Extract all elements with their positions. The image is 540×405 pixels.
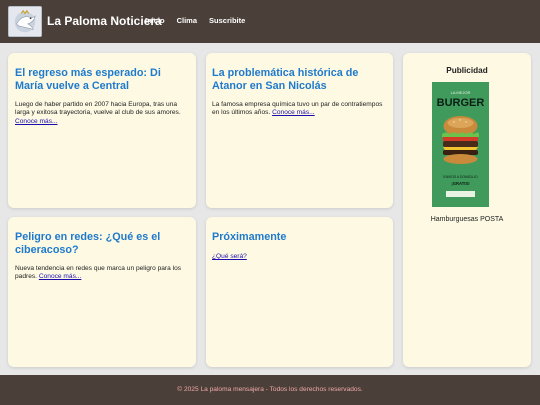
ad-caption: Hamburguesas POSTA (430, 216, 504, 223)
article-card: El regreso más esperado: Di María vuelve… (8, 53, 196, 208)
article-body-text: Luego de haber partido en 2007 hacia Eur… (15, 101, 181, 117)
site-header: La Paloma Noticiera Inicio Clima Suscrib… (0, 0, 540, 43)
article-card: Peligro en redes: ¿Qué es el ciberacoso?… (8, 217, 196, 367)
article-title: Peligro en redes: ¿Qué es el ciberacoso? (15, 231, 161, 256)
article-title: El regreso más esperado: Di María vuelve… (15, 67, 161, 92)
nav-link-inicio[interactable]: Inicio (145, 16, 165, 25)
copyright-text: © 2025 La paloma mensajera - Todos los d… (177, 386, 363, 393)
ad-image-top-text: LA MEJOR (451, 90, 471, 95)
coming-soon-link[interactable]: ¿Qué será? (212, 253, 387, 260)
article-body: Luego de haber partido en 2007 hacia Eur… (15, 101, 189, 126)
ad-image-delivery-text: ENVÍOS A DOMICILIO (443, 175, 478, 179)
coming-soon-card: Próximamente ¿Qué será? (206, 217, 393, 367)
read-more-link[interactable]: Conoce más... (15, 118, 58, 125)
ad-image-main-text: BURGER (437, 97, 485, 109)
article-title: Próximamente (212, 231, 287, 243)
article-title: La problemática histórica de Atanor en S… (212, 67, 359, 92)
read-more-link[interactable]: Conoce más... (39, 273, 82, 280)
ad-panel: Publicidad LA MEJOR BURGER ENVÍOS A DOMI… (403, 53, 531, 367)
burger-ad-graphic: LA MEJOR BURGER ENVÍOS A DOMICILIO ¡GRAT… (432, 82, 489, 207)
dove-logo-icon (9, 7, 41, 36)
ad-image-free-text: ¡GRATIS! (451, 181, 469, 186)
burger-ad-image[interactable]: LA MEJOR BURGER ENVÍOS A DOMICILIO ¡GRAT… (432, 82, 489, 207)
read-more-link[interactable]: Conoce más... (272, 109, 315, 116)
site-logo[interactable] (8, 6, 42, 37)
nav-link-clima[interactable]: Clima (177, 16, 197, 25)
article-body: La famosa empresa química tuvo un par de… (212, 101, 387, 118)
site-footer: © 2025 La paloma mensajera - Todos los d… (0, 375, 540, 405)
nav-link-suscribite[interactable]: Suscribite (209, 16, 245, 25)
burger-bun-bottom-icon (443, 154, 478, 164)
main-nav: Inicio Clima Suscribite (145, 16, 257, 25)
ad-title: Publicidad (446, 66, 488, 75)
article-card: La problemática histórica de Atanor en S… (206, 53, 393, 208)
article-body: Nueva tendencia en redes que marca un pe… (15, 265, 189, 282)
